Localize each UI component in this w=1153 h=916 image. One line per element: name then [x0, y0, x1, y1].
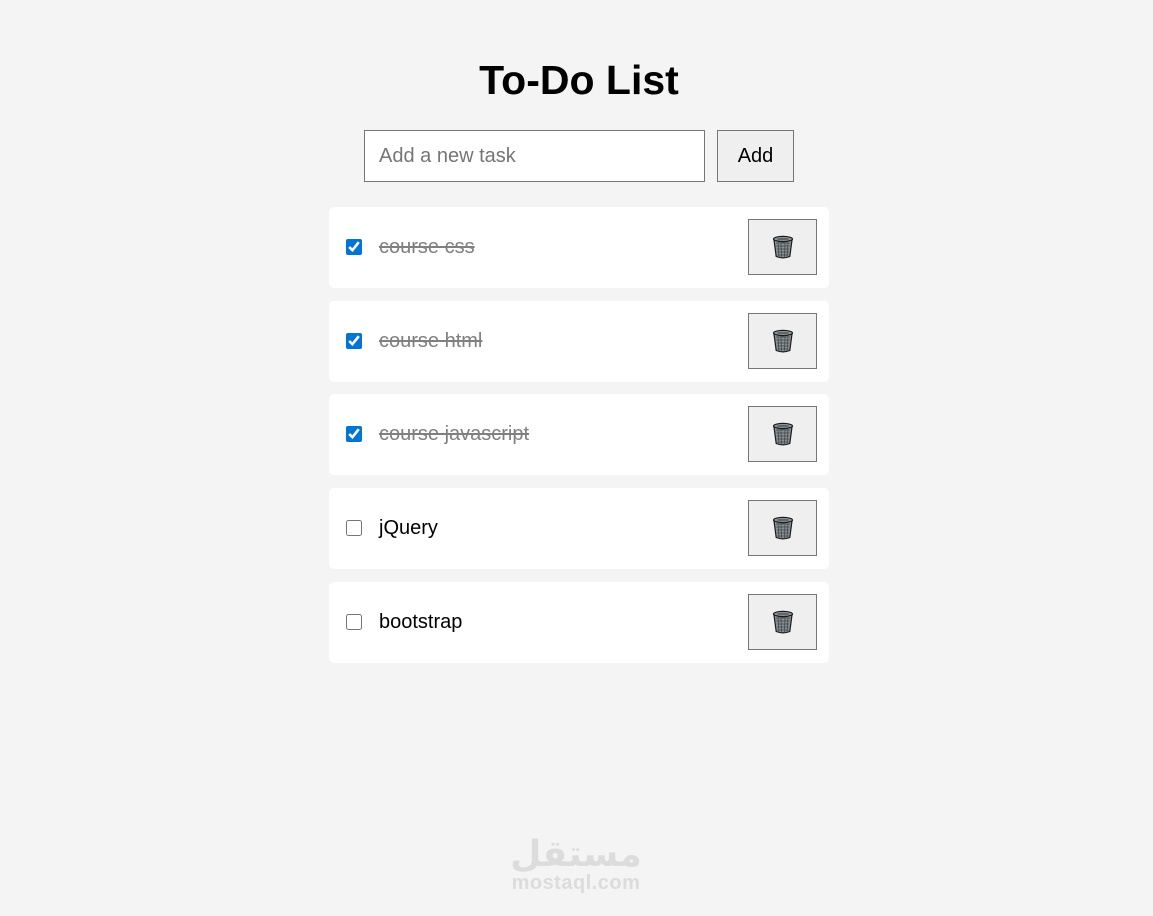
task-list: course css course html course javascript…	[329, 207, 829, 675]
task-label: jQuery	[379, 517, 438, 540]
delete-task-button[interactable]	[748, 593, 817, 650]
watermark-logo: مستقل	[510, 834, 642, 875]
todo-app: To-Do List Add course css course html	[0, 0, 1153, 916]
trash-icon	[772, 423, 793, 446]
task-checkbox-4[interactable]	[346, 520, 362, 537]
task-item-4: jQuery	[329, 488, 829, 570]
task-checkbox-5[interactable]	[346, 613, 362, 630]
trash-icon	[772, 235, 793, 259]
task-label: course html	[379, 329, 483, 352]
task-item-3: course javascript	[329, 394, 829, 476]
delete-task-button[interactable]	[748, 312, 817, 369]
new-task-input[interactable]	[364, 130, 705, 182]
task-label: course css	[379, 236, 475, 258]
task-checkbox-2[interactable]	[346, 332, 362, 349]
delete-task-button[interactable]	[748, 500, 817, 557]
delete-task-button[interactable]	[748, 406, 817, 463]
watermark-logo-text: مستقل	[510, 834, 642, 875]
delete-task-button[interactable]	[748, 219, 817, 275]
trash-icon	[772, 610, 793, 634]
add-task-form: Add	[364, 130, 794, 182]
watermark-site: mostaql.com	[511, 872, 641, 894]
task-label: bootstrap	[379, 610, 463, 633]
task-item-2: course html	[329, 300, 829, 382]
page-title: To-Do List	[479, 57, 679, 103]
task-item-1: course css	[329, 207, 829, 288]
task-checkbox-1[interactable]	[346, 239, 362, 255]
trash-icon	[772, 516, 793, 540]
task-label: course javascript	[379, 423, 530, 446]
add-task-button[interactable]: Add	[717, 130, 794, 182]
watermark: مستقل mostaql.com	[476, 828, 676, 895]
task-item-5: bootstrap	[329, 581, 829, 663]
task-checkbox-3[interactable]	[346, 426, 362, 443]
trash-icon	[772, 329, 793, 353]
